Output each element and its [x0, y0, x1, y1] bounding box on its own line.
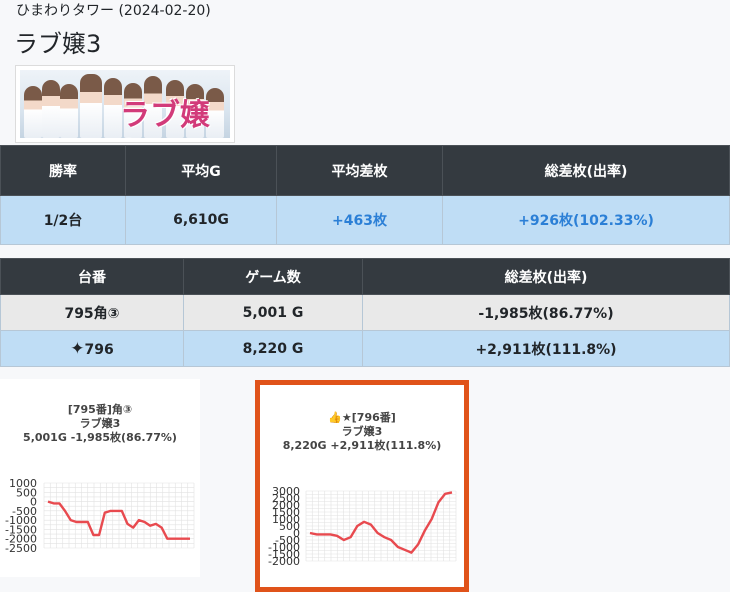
page-title: ラブ嬢3: [14, 30, 102, 58]
summary-table: 勝率 平均G 平均差枚 総差枚(出率) 1/2台 6,610G +463枚 +9…: [0, 145, 730, 245]
table-row[interactable]: 795角③ 5,001 G -1,985枚(86.77%): [0, 294, 730, 331]
header-avg-games: 平均G: [125, 145, 277, 196]
chart-796-plot: 300025002000150010005000-500-1000-1500-2…: [268, 485, 457, 568]
y-tick-label: -2000: [268, 555, 300, 568]
machine-games: 5,001 G: [183, 294, 363, 331]
banner-logo: ラブ嬢3: [120, 98, 210, 138]
sparkle-icon: ✦: [70, 338, 85, 359]
machine-diff: -1,985枚(86.77%): [362, 294, 730, 331]
machine-table: 台番 ゲーム数 総差枚(出率) 795角③ 5,001 G -1,985枚(86…: [0, 258, 730, 367]
header-machine-diff: 総差枚(出率): [362, 258, 730, 295]
header-game-count: ゲーム数: [183, 258, 363, 295]
chart-796-highlight[interactable]: 👍★[796番] ラブ嬢3 8,220G +2,911枚(111.8%) 300…: [255, 380, 469, 592]
machine-diff: +2,911枚(111.8%): [362, 330, 730, 367]
table-row[interactable]: ✦796 8,220 G +2,911枚(111.8%): [0, 330, 730, 367]
machine-games: 8,220 G: [183, 330, 363, 367]
header-win-rate: 勝率: [0, 145, 126, 196]
y-tick-label: -2500: [5, 542, 37, 555]
banner-image: ラブ嬢3: [20, 70, 230, 138]
chart-795: [795番]角③ ラブ嬢3 5,001G -1,985枚(86.77%) 100…: [0, 379, 200, 577]
store-date: ひまわりタワー (2024-02-20): [16, 3, 211, 19]
chart-grid: [305, 490, 457, 562]
summary-row: 1/2台 6,610G +463枚 +926枚(102.33%): [0, 195, 730, 245]
win-rate-value: 1/2台: [0, 195, 126, 245]
machine-number: 796: [84, 341, 114, 358]
machine-number: 795角③: [0, 294, 184, 331]
header-machine-number: 台番: [0, 258, 184, 295]
chart-795-plot: 10005000-500-1000-1500-2000-2500: [5, 477, 195, 555]
avg-diff-value: +463枚: [276, 195, 443, 245]
header-avg-diff: 平均差枚: [276, 145, 443, 196]
header-total-diff: 総差枚(出率): [442, 145, 730, 196]
machine-banner: ラブ嬢3: [15, 65, 235, 143]
avg-games-value: 6,610G: [125, 195, 277, 245]
machine-number-cell: ✦796: [0, 330, 184, 367]
total-diff-value: +926枚(102.33%): [442, 195, 730, 245]
